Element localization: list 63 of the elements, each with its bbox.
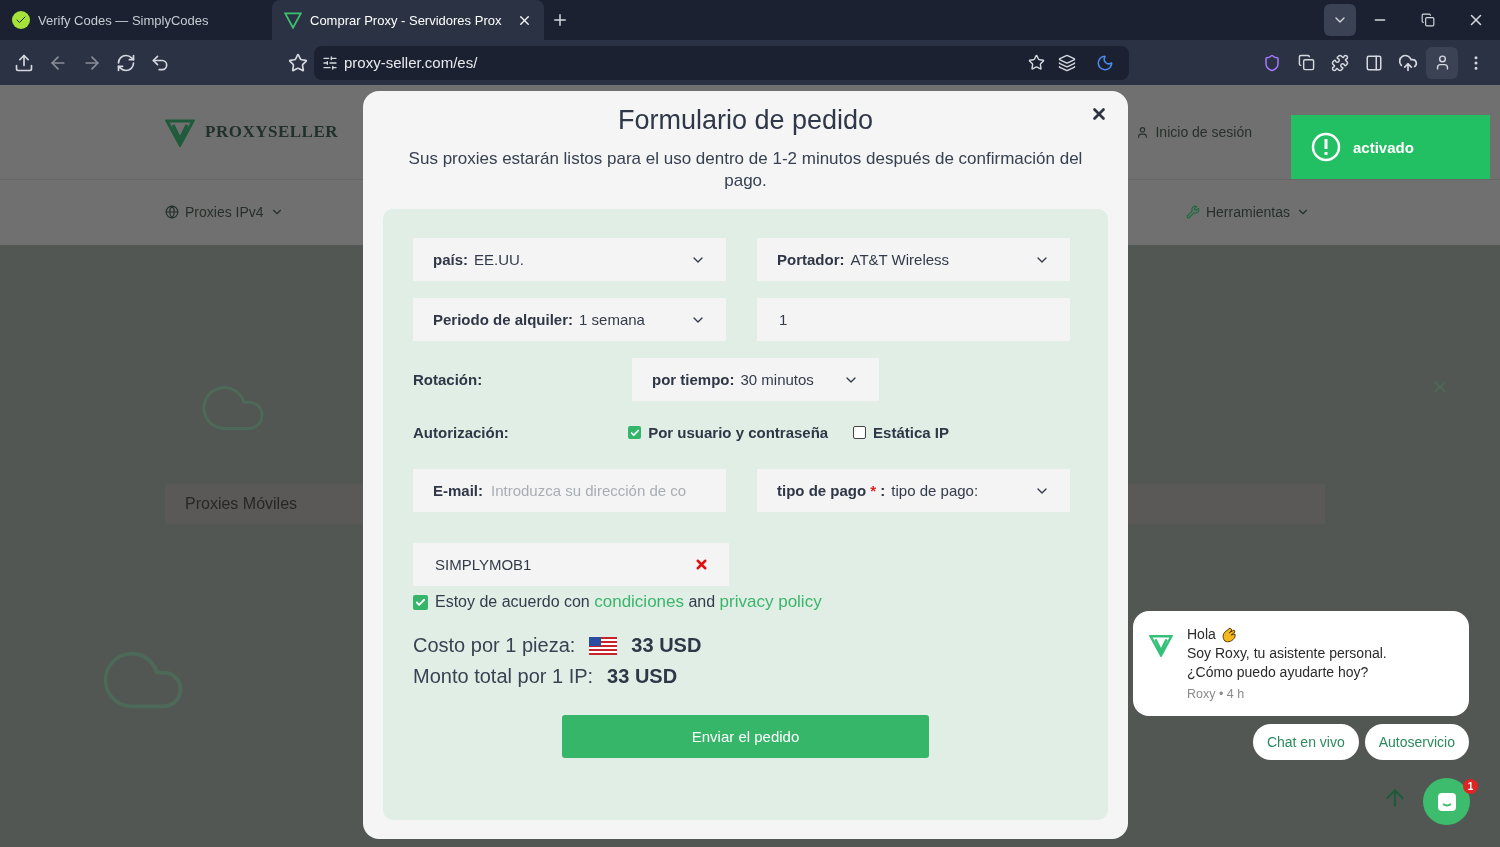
toast-text: activado: [1353, 138, 1414, 156]
profile-icon[interactable]: [1426, 46, 1458, 79]
message-text: Soy Roxy, tu asistente personal.: [1187, 644, 1387, 663]
browser-tab[interactable]: Comprar Proxy - Servidores Prox: [272, 0, 544, 40]
field-label: E-mail:: [433, 482, 483, 499]
checkbox-option[interactable]: Estática IP: [853, 424, 1078, 441]
checkbox-option[interactable]: Por usuario y contraseña: [628, 424, 854, 441]
price-label: Costo por 1 pieza:: [413, 634, 576, 657]
bot-logo-icon: [1149, 633, 1173, 657]
field-value: 30 minutos: [740, 371, 815, 388]
address-bar[interactable]: proxy-seller.com/es/: [314, 45, 1129, 80]
field-value: EE.UU.: [474, 251, 526, 268]
dropdown-field[interactable]: tipo de pago * : tipo de pago:: [757, 469, 1070, 512]
quantity-field[interactable]: 1: [757, 298, 1070, 341]
globe-icon: [165, 205, 179, 219]
check-favicon-icon: [12, 11, 30, 29]
us-flag-icon: [589, 636, 618, 655]
wrench-icon: [1185, 205, 1200, 219]
message-meta: Roxy • 4 h: [1187, 686, 1246, 703]
message-text: ¿Cómo puedo ayudarte hoy?: [1187, 663, 1370, 682]
clear-icon[interactable]: [694, 557, 709, 572]
logo-icon: [165, 117, 195, 147]
dropdown-field[interactable]: por tiempo: 30 minutos: [632, 358, 879, 401]
user-icon: [1136, 125, 1150, 139]
field-value: AT&T Wireless: [850, 251, 951, 268]
checkbox[interactable]: [413, 594, 428, 610]
waving-hand-icon: [1220, 626, 1237, 643]
notification-badge: 1: [1463, 779, 1478, 794]
price-value: 33 USD: [607, 665, 678, 688]
email-field[interactable]: E-mail: Introduzca su dirección de co: [413, 469, 726, 512]
field-label: tipo de pago * :: [777, 482, 886, 499]
dropdown-field[interactable]: Portador: AT&T Wireless: [757, 238, 1070, 281]
field-label: Periodo de alquiler:: [433, 311, 574, 328]
agreement-text: Estoy de acuerdo con condiciones and privacy policy: [435, 592, 822, 612]
chat-option-button[interactable]: Chat en vivo: [1252, 724, 1359, 760]
price-value: 33 USD: [631, 634, 702, 657]
star-icon[interactable]: [1028, 54, 1045, 71]
alert-icon: [1311, 132, 1341, 162]
coupon-field[interactable]: SIMPLYMOB1: [413, 543, 729, 586]
dialog-subtitle: Sus proxies estarán listos para el uso dentro de 1-2 minutos después de confirmación del pago.: [407, 148, 1084, 192]
tab-search-icon[interactable]: [1324, 4, 1356, 36]
dropdown-field[interactable]: Periodo de alquiler: 1 semana: [413, 298, 726, 341]
price-label: Monto total por 1 IP:: [413, 665, 594, 688]
field-value: tipo de pago:: [891, 482, 980, 499]
site-settings-icon[interactable]: [322, 54, 338, 71]
greeting-text: Hola: [1187, 625, 1216, 644]
url-text: proxy-seller.com/es/: [344, 54, 479, 71]
dropdown-field[interactable]: país: EE.UU.: [413, 238, 726, 281]
authorization-label: Autorización:: [413, 424, 510, 441]
field-label: país:: [433, 251, 468, 268]
favicon-icon: [284, 11, 302, 29]
browser-tab[interactable]: Verify Codes — SimplyCodes: [0, 0, 272, 40]
field-label: por tiempo:: [652, 371, 735, 388]
quantity-input[interactable]: 1: [777, 310, 1050, 329]
field-value: 1 semana: [579, 311, 646, 328]
chat-option-button[interactable]: Autoservicio: [1364, 724, 1469, 760]
dialog-title: Formulario de pedido: [617, 105, 874, 136]
email-input[interactable]: Introduzca su dirección de co: [489, 481, 706, 500]
site-logo: PROXYSELLER: [205, 122, 339, 142]
rotation-label: Rotación:: [413, 371, 484, 388]
field-label: Portador:: [777, 251, 845, 268]
coupon-input[interactable]: SIMPLYMOB1: [433, 555, 688, 574]
chat-launcher-button[interactable]: [1423, 778, 1470, 825]
